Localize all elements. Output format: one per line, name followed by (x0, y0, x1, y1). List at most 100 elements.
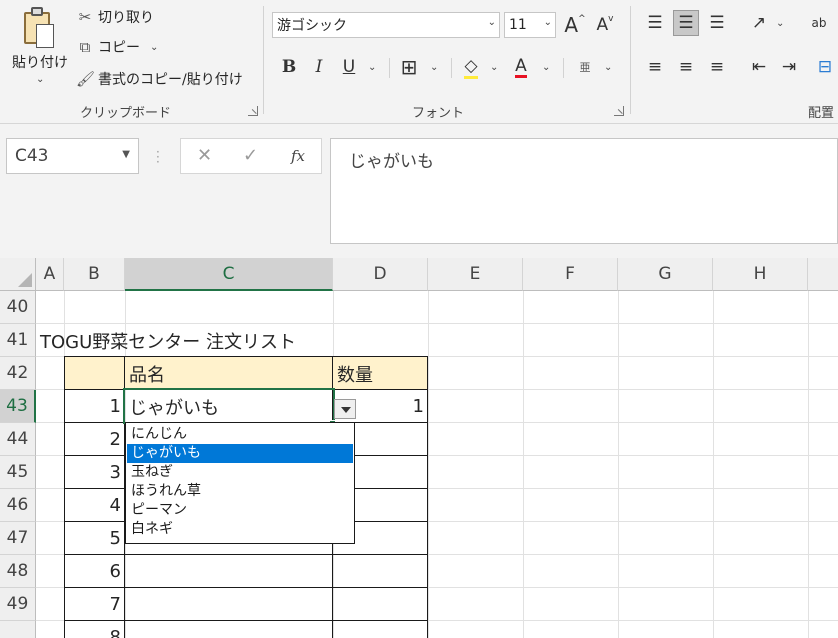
dropdown-arrow-button[interactable] (334, 399, 356, 419)
wrap-text-button[interactable]: ab (806, 10, 832, 36)
chevron-down-icon[interactable]: ⌄ (604, 62, 612, 73)
dropdown-option[interactable]: 白ネギ (127, 520, 353, 539)
clipboard-group-label: クリップボード (80, 106, 172, 121)
chevron-down-icon[interactable]: ⌄ (542, 62, 550, 73)
underline-button[interactable]: U (336, 54, 362, 80)
row-header-49[interactable]: 49 (0, 588, 36, 621)
align-bottom-button[interactable]: ☰ (704, 10, 730, 36)
clipboard-launcher-icon[interactable] (248, 106, 258, 116)
gridline (808, 291, 809, 638)
select-all-button[interactable] (0, 258, 36, 291)
increase-indent-button[interactable]: ⇥ (776, 54, 802, 80)
borders-icon: ⊞ (400, 55, 418, 79)
column-header-i[interactable] (808, 258, 838, 291)
header-item-name[interactable]: 品名 (125, 357, 332, 390)
row-header-43[interactable]: 43 (0, 390, 36, 423)
name-box[interactable]: C43 ▼ (6, 138, 139, 174)
bold-button[interactable]: B (276, 54, 302, 80)
row-header-50[interactable] (0, 621, 36, 638)
phonetic-button[interactable]: 亜 (572, 54, 598, 80)
cancel-icon[interactable]: ✕ (197, 145, 212, 166)
orientation-button[interactable]: ↗ (746, 10, 772, 36)
chevron-down-icon[interactable]: ⌄ (776, 18, 784, 29)
font-name-combo[interactable]: 游ゴシック ⌄ (272, 12, 500, 38)
italic-icon: I (315, 57, 323, 77)
validation-dropdown-list[interactable]: にんじん じゃがいも 玉ねぎ ほうれん草 ピーマン 白ネギ (125, 422, 355, 544)
row-number-cell[interactable]: 7 (64, 588, 124, 621)
column-header-c[interactable]: C (125, 258, 333, 291)
font-color-button[interactable]: A (508, 54, 534, 80)
row-number-cell[interactable]: 3 (64, 456, 124, 489)
dropdown-option[interactable]: 玉ねぎ (127, 463, 353, 482)
cut-button[interactable]: ✂ 切り取り (76, 6, 154, 28)
column-header-b[interactable]: B (64, 258, 125, 291)
align-top-button[interactable]: ☰ (642, 10, 668, 36)
font-size-combo[interactable]: 11 ⌄ (504, 12, 556, 38)
align-right-button[interactable]: ≡ (704, 54, 730, 80)
grow-font-button[interactable]: A ^ (562, 12, 588, 38)
gridline (523, 291, 524, 638)
header-quantity[interactable]: 数量 (333, 357, 427, 390)
group-divider (263, 6, 264, 114)
dropdown-option[interactable]: ほうれん草 (127, 482, 353, 501)
column-header-h[interactable]: H (713, 258, 808, 291)
copy-icon: ⧉ (79, 38, 91, 56)
font-launcher-icon[interactable] (614, 106, 624, 116)
insert-function-icon[interactable]: fx (291, 147, 305, 165)
row-number-cell[interactable]: 1 (64, 390, 124, 423)
bold-icon: B (281, 57, 297, 77)
dropdown-option-selected[interactable]: じゃがいも (127, 444, 353, 463)
row-number-cell[interactable]: 6 (64, 555, 124, 588)
paste-button[interactable]: 貼り付け ⌄ (8, 4, 72, 96)
borders-button[interactable]: ⊞ (396, 54, 422, 80)
chevron-down-icon[interactable]: ⌄ (488, 17, 496, 28)
chevron-down-icon[interactable]: ⌄ (430, 62, 438, 73)
row-number-cell[interactable]: 5 (64, 522, 124, 555)
copy-label: コピー (98, 40, 140, 56)
chevron-down-icon[interactable]: ⌄ (150, 42, 158, 53)
align-center-button[interactable]: ≡ (673, 54, 699, 80)
formula-bar: C43 ▼ · · · ✕ ✓ fx じゃがいも (0, 124, 838, 258)
column-header-d[interactable]: D (333, 258, 428, 291)
italic-button[interactable]: I (306, 54, 332, 80)
column-header-g[interactable]: G (618, 258, 713, 291)
sheet-title[interactable]: TOGU野菜センター 注文リスト (36, 324, 296, 357)
chevron-down-icon[interactable]: ⌄ (490, 62, 498, 73)
enter-icon[interactable]: ✓ (243, 145, 258, 166)
chevron-down-icon[interactable]: ⌄ (36, 74, 44, 85)
shrink-font-button[interactable]: Av (592, 12, 618, 38)
fill-color-button[interactable]: ◇ (458, 54, 484, 80)
row-number-cell[interactable]: 2 (64, 423, 124, 456)
chevron-down-icon[interactable]: ⌄ (544, 17, 552, 28)
row-header-46[interactable]: 46 (0, 489, 36, 522)
formula-input[interactable]: じゃがいも (330, 138, 838, 244)
align-middle-button[interactable]: ☰ (673, 10, 699, 36)
merge-center-button[interactable]: ⊟ (812, 54, 838, 80)
row-number-cell[interactable]: 8 (64, 621, 124, 638)
row-header-47[interactable]: 47 (0, 522, 36, 555)
gridline (428, 291, 429, 638)
dropdown-option[interactable]: にんじん (127, 425, 353, 444)
row-header-40[interactable]: 40 (0, 291, 36, 324)
row-number-cell[interactable]: 4 (64, 489, 124, 522)
format-painter-button[interactable]: 🖌 書式のコピー/貼り付け (76, 68, 243, 90)
dropdown-option[interactable]: ピーマン (127, 501, 353, 520)
row-header-48[interactable]: 48 (0, 555, 36, 588)
row-header-45[interactable]: 45 (0, 456, 36, 489)
resize-handle-icon[interactable]: · · · (156, 146, 160, 168)
font-name-value: 游ゴシック (277, 18, 347, 34)
chevron-down-icon[interactable]: ▼ (122, 149, 130, 160)
row-header-41[interactable]: 41 (0, 324, 36, 357)
copy-button[interactable]: ⧉ コピー ⌄ (76, 36, 159, 58)
column-header-e[interactable]: E (428, 258, 523, 291)
chevron-down-icon[interactable]: ⌄ (368, 62, 376, 73)
decrease-indent-button[interactable]: ⇤ (746, 54, 772, 80)
column-header-a[interactable]: A (36, 258, 64, 291)
cut-label: 切り取り (98, 10, 154, 26)
formula-content: じゃがいも (349, 152, 434, 172)
align-left-button[interactable]: ≡ (642, 54, 668, 80)
column-header-f[interactable]: F (523, 258, 618, 291)
phonetic-icon: 亜 (579, 61, 591, 74)
row-header-44[interactable]: 44 (0, 423, 36, 456)
row-header-42[interactable]: 42 (0, 357, 36, 390)
